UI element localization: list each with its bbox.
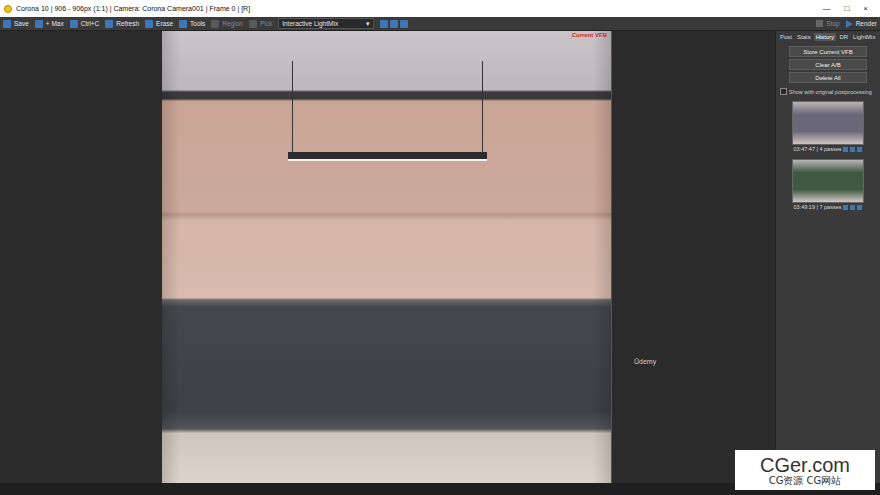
panel-tab[interactable]: Stats — [795, 33, 813, 41]
watermark-title: CGer.com — [760, 455, 850, 475]
load-icon[interactable] — [843, 205, 848, 210]
side-panel: PostStatsHistoryDRLightMixStore Current … — [775, 31, 880, 483]
udemy-watermark: Ūdemy — [634, 358, 775, 365]
toolbar-button-label: Tools — [190, 20, 205, 27]
history-caption-row: 03:47:47 | 4 passes — [794, 146, 863, 152]
right-background: Ūdemy — [612, 31, 775, 483]
tool-icon — [105, 20, 113, 28]
history-thumbnail[interactable] — [792, 159, 864, 203]
history-panel: Store Current VFB Clear A/B Delete All Show… — [776, 41, 880, 216]
tool-icon — [70, 20, 78, 28]
delete-icon[interactable] — [857, 147, 862, 152]
history-item[interactable]: 03:49:19 | 7 passes — [791, 158, 865, 211]
toolbar-button-label: Erase — [156, 20, 173, 27]
toolbar-button-label: Ctrl+C — [81, 20, 100, 27]
corona-logo-icon — [4, 5, 12, 13]
postprocessing-checkbox-row[interactable]: Show with original postprocessing — [780, 88, 876, 95]
panel-tab[interactable]: LightMix — [851, 33, 877, 41]
window-control-button[interactable]: — — [822, 4, 830, 13]
lamp-wire — [292, 61, 293, 152]
zoom-controls — [380, 20, 408, 28]
panel-button[interactable]: Clear A/B — [789, 59, 867, 70]
panel-tab[interactable]: Post — [778, 33, 794, 41]
pendant-lamp — [288, 152, 487, 161]
tool-icon — [145, 20, 153, 28]
watermark-subtitle: CG资源 CG网站 — [769, 475, 842, 486]
window-control-button[interactable]: × — [863, 4, 868, 13]
render-icon — [846, 20, 853, 28]
history-thumbnail[interactable] — [792, 101, 864, 145]
render-button[interactable]: Render — [846, 20, 877, 28]
load-icon[interactable] — [843, 147, 848, 152]
panel-tab[interactable]: DR — [837, 33, 850, 41]
toolbar-button-label: Pick — [260, 20, 272, 27]
history-item[interactable]: 03:47:47 | 4 passes — [791, 100, 865, 153]
tool-icon — [3, 20, 11, 28]
stop-icon — [816, 20, 823, 27]
stop-button[interactable]: Stop — [816, 20, 839, 27]
tool-icon — [35, 20, 43, 28]
toolbar-button[interactable]: + Max — [35, 20, 64, 28]
action-label: Stop — [826, 20, 839, 27]
tool-icon — [179, 20, 187, 28]
delete-icon[interactable] — [857, 205, 862, 210]
panel-tab[interactable]: History — [814, 33, 837, 41]
history-caption: 03:49:19 | 7 passes — [794, 204, 842, 210]
lamp-wire — [482, 61, 483, 152]
render-image: Current VFB — [162, 31, 612, 483]
zoom-fit-icon[interactable] — [400, 20, 408, 28]
compare-icon[interactable] — [850, 147, 855, 152]
current-vfb-label: Current VFB — [572, 32, 607, 38]
main-area: Current VFBŪdemyPostStatsHistoryDRLightM… — [0, 31, 880, 483]
history-caption-row: 03:49:19 | 7 passes — [794, 204, 863, 210]
window-control-button[interactable]: □ — [844, 4, 849, 13]
toolbar-button[interactable]: Refresh — [105, 20, 139, 28]
site-watermark: CGer.comCG资源 CG网站 — [735, 450, 875, 490]
toolbar-button[interactable]: Tools — [179, 20, 205, 28]
postprocessing-checkbox[interactable] — [780, 88, 787, 95]
toolbar-button[interactable]: Erase — [145, 20, 173, 28]
panel-tabs: PostStatsHistoryDRLightMix — [776, 31, 880, 41]
toolbar-button[interactable]: Save — [3, 20, 29, 28]
panel-button[interactable]: Store Current VFB — [789, 46, 867, 57]
window-controls: — □ × — [822, 4, 876, 13]
checkbox-label: Show with original postprocessing — [789, 89, 872, 95]
dropdown-value: Interactive LightMix — [282, 20, 338, 27]
tool-icon — [211, 20, 219, 28]
toolbar: Save + Max Ctrl+C Refresh Erase Tools Region Pi… — [0, 17, 880, 31]
dropdown-arrow: ▾ — [366, 20, 370, 28]
zoom-in-icon[interactable] — [380, 20, 388, 28]
history-caption: 03:47:47 | 4 passes — [794, 146, 842, 152]
toolbar-button[interactable]: Ctrl+C — [70, 20, 100, 28]
panel-button[interactable]: Delete All — [789, 72, 867, 83]
zoom-out-icon[interactable] — [390, 20, 398, 28]
compare-icon[interactable] — [850, 205, 855, 210]
title-bar: Corona 10 | 906 - 906px (1:1) | Camera: … — [0, 0, 880, 17]
window-title: Corona 10 | 906 - 906px (1:1) | Camera: … — [16, 5, 818, 12]
left-background — [0, 31, 162, 483]
action-label: Render — [856, 20, 877, 27]
toolbar-button-label: Region — [222, 20, 243, 27]
toolbar-button-label: + Max — [46, 20, 64, 27]
toolbar-button[interactable]: Pick — [249, 20, 272, 28]
mode-dropdown[interactable]: Interactive LightMix ▾ — [278, 18, 374, 29]
toolbar-button-label: Refresh — [116, 20, 139, 27]
tool-icon — [249, 20, 257, 28]
toolbar-button-label: Save — [14, 20, 29, 27]
toolbar-button[interactable]: Region — [211, 20, 243, 28]
